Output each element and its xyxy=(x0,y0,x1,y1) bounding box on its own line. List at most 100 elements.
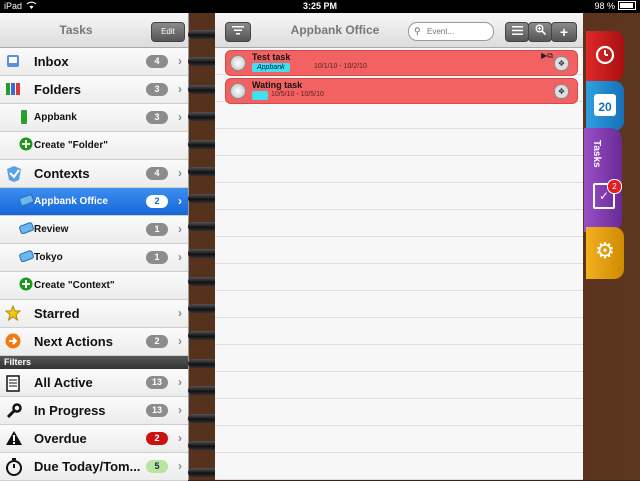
count-badge: 3 xyxy=(146,111,168,124)
nav-header: Tasks Edit xyxy=(0,13,188,48)
count-badge: 4 xyxy=(146,167,168,180)
task-checkbox[interactable] xyxy=(230,55,246,71)
chevron-right-icon: › xyxy=(178,250,182,264)
context-tag-icon xyxy=(19,221,35,237)
tasks-badge: 2 xyxy=(607,179,622,194)
calendar-icon: 20 xyxy=(594,94,616,116)
chevron-right-icon: › xyxy=(178,166,182,180)
chevron-right-icon: › xyxy=(178,431,182,445)
plus-icon: + xyxy=(559,24,569,40)
count-badge: 2 xyxy=(146,432,168,445)
count-badge: 3 xyxy=(146,83,168,96)
count-badge: 2 xyxy=(146,195,168,208)
battery-percent: 98 % xyxy=(594,1,615,11)
task-folder-tag: Appbank xyxy=(252,63,290,72)
tab-settings[interactable]: ⚙ xyxy=(586,227,624,279)
count-badge: 13 xyxy=(146,404,168,417)
nav-item[interactable]: Create "Context" xyxy=(0,272,188,300)
nav-item-label: Appbank Office xyxy=(34,196,108,207)
edit-button[interactable]: Edit xyxy=(151,22,185,42)
task-action-icon[interactable]: ❖ xyxy=(554,84,569,99)
stopwatch-icon xyxy=(5,458,22,476)
inbox-icon xyxy=(5,53,21,69)
nav-item-label: Tokyo xyxy=(34,252,63,263)
nav-item[interactable]: Create "Folder" xyxy=(0,132,188,160)
count-badge: 4 xyxy=(146,55,168,68)
nav-item-label: All Active xyxy=(34,375,93,390)
nav-item-label: Overdue xyxy=(34,431,87,446)
tab-tasks[interactable]: Tasks ✓ 2 xyxy=(584,128,622,232)
nav-item[interactable]: Tokyo 1 › xyxy=(0,244,188,272)
nav-item[interactable]: Next Actions 2 › xyxy=(0,328,188,356)
folders-icon xyxy=(5,81,21,97)
task-dates: 10/5/10 - 10/5/10 xyxy=(271,91,324,98)
folder-green-icon xyxy=(19,109,35,125)
zoom-icon xyxy=(535,24,546,38)
chevron-right-icon: › xyxy=(178,82,182,96)
nav-item-label: Create "Context" xyxy=(34,280,115,291)
tab-tasks-label: Tasks xyxy=(591,140,602,168)
task-row[interactable]: Test task Appbank 10/1/10 - 10/2/10 ▶⧉ ❖ xyxy=(225,50,578,76)
chevron-right-icon: › xyxy=(178,403,182,417)
status-bar: iPad 3:25 PM 98 % xyxy=(0,0,640,13)
section-tabs: 20 Tasks ✓ 2 ⚙ xyxy=(584,13,640,480)
nav-item[interactable]: Review 1 › xyxy=(0,216,188,244)
nav-title: Tasks xyxy=(59,23,93,37)
nav-item-label: Due Today/Tom... xyxy=(34,459,141,474)
chevron-right-icon: › xyxy=(178,459,182,473)
filter-button[interactable] xyxy=(225,22,251,42)
task-checkbox[interactable] xyxy=(230,83,246,99)
count-badge: 5 xyxy=(146,460,168,473)
chevron-right-icon: › xyxy=(178,222,182,236)
tab-clock[interactable] xyxy=(586,31,624,81)
chevron-right-icon: › xyxy=(178,306,182,320)
zoom-button[interactable] xyxy=(528,22,552,42)
nav-item[interactable]: Contexts 4 › xyxy=(0,160,188,188)
nav-item[interactable]: Inbox 4 › xyxy=(0,48,188,76)
nav-item-label: Starred xyxy=(34,306,80,321)
count-badge: 13 xyxy=(146,376,168,389)
list-view-button[interactable] xyxy=(505,22,529,42)
nav-item-label: Review xyxy=(34,224,69,235)
search-icon: ⚲ xyxy=(414,26,421,36)
calendar-day: 20 xyxy=(598,100,612,114)
battery-icon xyxy=(618,1,636,10)
contexts-icon xyxy=(5,165,21,182)
context-tag-icon xyxy=(19,249,35,265)
task-name: Test task xyxy=(252,52,291,62)
warning-icon xyxy=(5,430,22,446)
nav-item[interactable]: Starred › xyxy=(0,300,188,328)
clock: 3:25 PM xyxy=(302,1,337,11)
lined-paper xyxy=(215,48,583,480)
task-toolbar: Appbank Office ⚲ + xyxy=(215,13,583,48)
nav-item-label: Create "Folder" xyxy=(34,140,108,151)
nav-item[interactable]: All Active 13 › xyxy=(0,369,188,397)
clipboard-icon xyxy=(5,374,21,392)
nav-item[interactable]: Folders 3 › xyxy=(0,76,188,104)
count-badge: 2 xyxy=(146,335,168,348)
nav-item-label: In Progress xyxy=(34,403,106,418)
count-badge: 1 xyxy=(146,251,168,264)
add-folder-icon xyxy=(19,137,35,153)
add-context-icon xyxy=(19,277,35,293)
nav-item[interactable]: Appbank 3 › xyxy=(0,104,188,132)
nav-list: Inbox 4 › Folders 3 › Appbank 3 › Create "Folder"… xyxy=(0,48,188,481)
task-row[interactable]: Wating task 10/5/10 - 10/5/10 ❖ xyxy=(225,78,578,104)
next-actions-icon xyxy=(5,333,21,349)
tab-calendar[interactable]: 20 xyxy=(586,81,624,131)
nav-item[interactable]: Overdue 2 › xyxy=(0,425,188,453)
filters-header: Filters xyxy=(0,356,188,369)
nav-item[interactable]: Appbank Office 2 › xyxy=(0,188,188,216)
add-task-button[interactable]: + xyxy=(551,22,577,42)
nav-item-label: Contexts xyxy=(34,166,90,181)
nav-item[interactable]: Due Today/Tom... 5 › xyxy=(0,453,188,481)
filter-icon xyxy=(232,26,244,38)
chevron-right-icon: › xyxy=(178,375,182,389)
task-action-icon[interactable]: ❖ xyxy=(554,56,569,71)
navigation-panel: Tasks Edit Inbox 4 › Folders 3 › Appbank 3 › Crea… xyxy=(0,13,189,481)
search-field[interactable]: ⚲ xyxy=(408,22,494,41)
nav-item[interactable]: In Progress 13 › xyxy=(0,397,188,425)
search-input[interactable] xyxy=(427,25,487,37)
count-badge: 1 xyxy=(146,223,168,236)
chevron-right-icon: › xyxy=(178,54,182,68)
